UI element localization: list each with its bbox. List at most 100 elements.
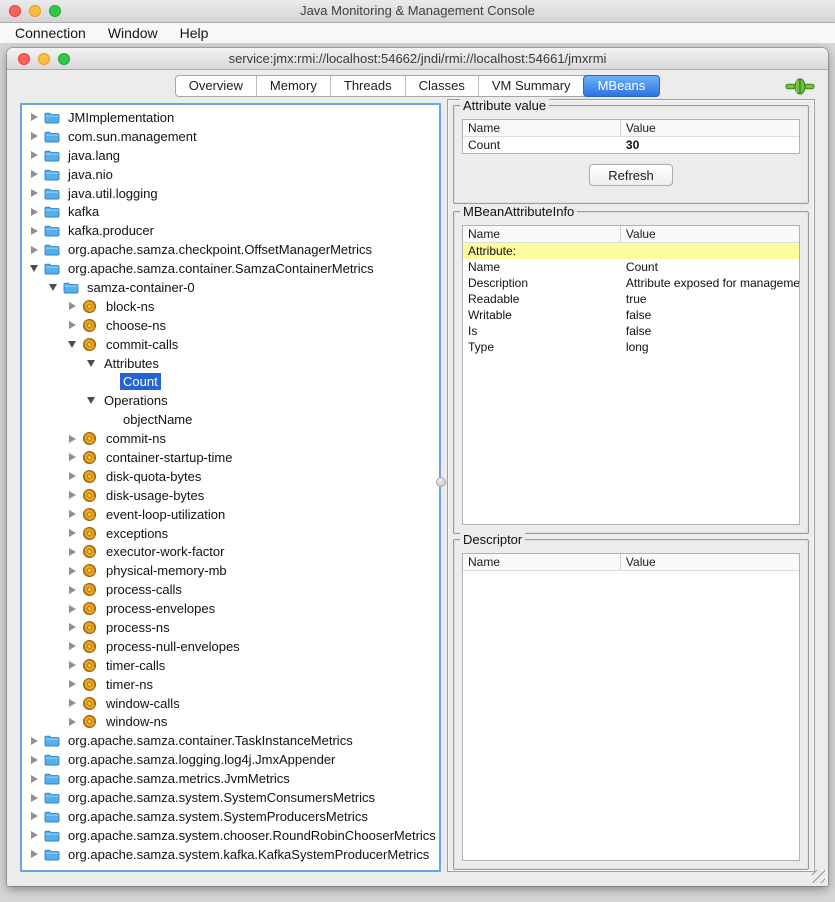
table-row[interactable]: Typelong — [463, 339, 799, 355]
collapse-arrow-icon[interactable] — [28, 265, 40, 272]
expand-arrow-icon[interactable] — [28, 132, 40, 140]
resize-grip[interactable] — [812, 870, 825, 883]
tree-node[interactable]: process-calls — [22, 580, 439, 599]
tab-mbeans[interactable]: MBeans — [583, 75, 661, 97]
tree-node[interactable]: commit-calls — [22, 335, 439, 354]
expand-arrow-icon[interactable] — [66, 472, 78, 480]
tab-vm-summary[interactable]: VM Summary — [478, 76, 584, 96]
expand-arrow-icon[interactable] — [66, 435, 78, 443]
expand-arrow-icon[interactable] — [28, 850, 40, 858]
expand-arrow-icon[interactable] — [28, 208, 40, 216]
tree-node[interactable]: java.lang — [22, 146, 439, 165]
expand-arrow-icon[interactable] — [66, 548, 78, 556]
column-header-value[interactable]: Value — [621, 554, 799, 570]
tree-node[interactable]: org.apache.samza.checkpoint.OffsetManage… — [22, 240, 439, 259]
table-row[interactable]: Writablefalse — [463, 307, 799, 323]
expand-arrow-icon[interactable] — [28, 756, 40, 764]
tab-threads[interactable]: Threads — [330, 76, 405, 96]
expand-arrow-icon[interactable] — [66, 718, 78, 726]
menu-connection[interactable]: Connection — [4, 23, 97, 44]
column-header-value[interactable]: Value — [621, 120, 799, 136]
column-header-name[interactable]: Name — [463, 554, 621, 570]
expand-arrow-icon[interactable] — [66, 661, 78, 669]
tree-node[interactable]: process-null-envelopes — [22, 637, 439, 656]
table-row[interactable]: DescriptionAttribute exposed for managem… — [463, 275, 799, 291]
tree-node[interactable]: kafka — [22, 202, 439, 221]
tree-node[interactable]: window-calls — [22, 694, 439, 713]
table-row[interactable]: NameCount — [463, 259, 799, 275]
expand-arrow-icon[interactable] — [66, 321, 78, 329]
tree-node[interactable]: org.apache.samza.metrics.JvmMetrics — [22, 769, 439, 788]
tree-node[interactable]: Count — [22, 372, 439, 391]
tab-overview[interactable]: Overview — [176, 76, 256, 96]
expand-arrow-icon[interactable] — [66, 567, 78, 575]
tree-node[interactable]: java.nio — [22, 165, 439, 184]
tree-node[interactable]: org.apache.samza.container.TaskInstanceM… — [22, 731, 439, 750]
tab-memory[interactable]: Memory — [256, 76, 330, 96]
tree-node[interactable]: org.apache.samza.system.kafka.KafkaSyste… — [22, 845, 439, 864]
tree-node[interactable]: process-ns — [22, 618, 439, 637]
tree-node[interactable]: exceptions — [22, 524, 439, 543]
table-row[interactable]: Isfalse — [463, 323, 799, 339]
expand-arrow-icon[interactable] — [28, 189, 40, 197]
tree-node[interactable]: JMImplementation — [22, 108, 439, 127]
refresh-button[interactable]: Refresh — [589, 164, 673, 186]
expand-arrow-icon[interactable] — [28, 246, 40, 254]
tree-node[interactable]: physical-memory-mb — [22, 561, 439, 580]
expand-arrow-icon[interactable] — [28, 113, 40, 121]
tree-node[interactable]: commit-ns — [22, 429, 439, 448]
expand-arrow-icon[interactable] — [28, 227, 40, 235]
table-row[interactable]: Readabletrue — [463, 291, 799, 307]
tree-node[interactable]: org.apache.samza.container.SamzaContaine… — [22, 259, 439, 278]
splitter-handle[interactable] — [436, 477, 446, 487]
collapse-arrow-icon[interactable] — [85, 360, 97, 367]
tree-node[interactable]: samza-container-0 — [22, 278, 439, 297]
tree-node[interactable]: timer-calls — [22, 656, 439, 675]
expand-arrow-icon[interactable] — [66, 605, 78, 613]
tree-node[interactable]: com.sun.management — [22, 127, 439, 146]
expand-arrow-icon[interactable] — [66, 623, 78, 631]
tab-classes[interactable]: Classes — [405, 76, 478, 96]
tree-node[interactable]: kafka.producer — [22, 221, 439, 240]
expand-arrow-icon[interactable] — [66, 586, 78, 594]
column-header-name[interactable]: Name — [463, 120, 621, 136]
tree-node[interactable]: Operations — [22, 391, 439, 410]
column-header-value[interactable]: Value — [621, 226, 799, 242]
tree-node[interactable]: container-startup-time — [22, 448, 439, 467]
tree-node[interactable]: timer-ns — [22, 675, 439, 694]
tree-node[interactable]: Attributes — [22, 354, 439, 373]
expand-arrow-icon[interactable] — [28, 775, 40, 783]
tree-node[interactable]: event-loop-utilization — [22, 505, 439, 524]
tree-node[interactable]: window-ns — [22, 713, 439, 732]
expand-arrow-icon[interactable] — [66, 491, 78, 499]
tree-node[interactable]: process-envelopes — [22, 599, 439, 618]
expand-arrow-icon[interactable] — [66, 510, 78, 518]
collapse-arrow-icon[interactable] — [47, 284, 59, 291]
tree-node[interactable]: org.apache.samza.system.SystemConsumersM… — [22, 788, 439, 807]
tree-node[interactable]: disk-quota-bytes — [22, 467, 439, 486]
expand-arrow-icon[interactable] — [66, 680, 78, 688]
expand-arrow-icon[interactable] — [28, 812, 40, 820]
expand-arrow-icon[interactable] — [28, 794, 40, 802]
table-row[interactable]: Count30 — [463, 137, 799, 153]
expand-arrow-icon[interactable] — [28, 170, 40, 178]
tree-node[interactable]: disk-usage-bytes — [22, 486, 439, 505]
tree-node[interactable]: org.apache.samza.logging.log4j.JmxAppend… — [22, 750, 439, 769]
collapse-arrow-icon[interactable] — [85, 397, 97, 404]
expand-arrow-icon[interactable] — [28, 151, 40, 159]
expand-arrow-icon[interactable] — [28, 831, 40, 839]
tree-node[interactable]: choose-ns — [22, 316, 439, 335]
tree-node[interactable]: executor-work-factor — [22, 542, 439, 561]
column-header-name[interactable]: Name — [463, 226, 621, 242]
tree-node[interactable]: java.util.logging — [22, 184, 439, 203]
table-row[interactable]: Attribute: — [463, 243, 799, 259]
expand-arrow-icon[interactable] — [66, 529, 78, 537]
expand-arrow-icon[interactable] — [66, 302, 78, 310]
menu-window[interactable]: Window — [97, 23, 169, 44]
expand-arrow-icon[interactable] — [28, 737, 40, 745]
tree-node[interactable]: objectName — [22, 410, 439, 429]
tree-node[interactable]: org.apache.samza.system.SystemProducersM… — [22, 807, 439, 826]
collapse-arrow-icon[interactable] — [66, 341, 78, 348]
expand-arrow-icon[interactable] — [66, 699, 78, 707]
expand-arrow-icon[interactable] — [66, 453, 78, 461]
